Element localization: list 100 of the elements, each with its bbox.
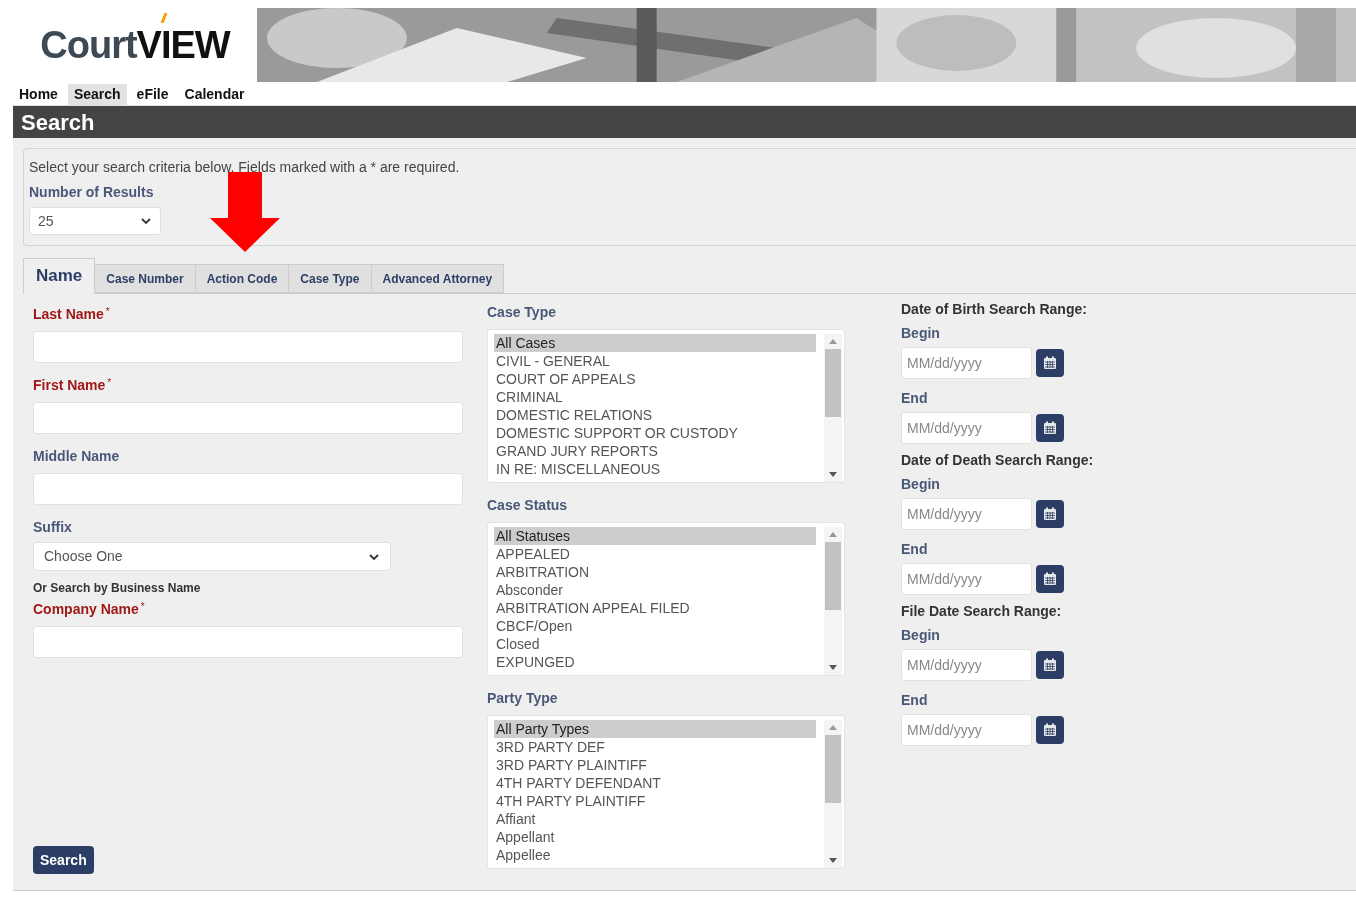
calendar-icon [1043,356,1057,370]
field-label: Case Type [487,303,557,322]
field-label: Begin [901,626,941,645]
logo-accent-icon [159,12,168,23]
date-field[interactable]: MM/dd/yyyy [901,714,1032,746]
listbox[interactable]: All Party Types 3RD PARTY DEF 3RD PARTY PLAINTIFF 4TH PARTY DEFENDANT 4TH PARTY PLAINTIFF Affiant Appellant Appellee [487,715,845,869]
scrollbar[interactable] [824,334,842,482]
list-option[interactable]: Appellant [494,828,816,846]
scroll-up-icon[interactable] [829,339,837,344]
list-option[interactable]: 3RD PARTY PLAINTIFF [494,756,816,774]
chevron-down-icon [140,217,152,225]
field-label: Middle Name [33,447,120,466]
list-option[interactable]: 4TH PARTY DEFENDANT [494,774,816,792]
list-option[interactable]: CBCF/Open [494,617,816,635]
field-label: First Name [33,376,106,395]
list-option[interactable]: CIVIL - GENERAL [494,352,816,370]
listbox[interactable]: All Statuses APPEALED ARBITRATION Absconder ARBITRATION APPEAL FILED CBCF/Open Closed EXPUNGED [487,522,845,676]
calendar-button[interactable] [1036,349,1064,377]
field-label: Begin [901,324,941,343]
required-mark: * [140,600,145,614]
calendar-icon [1043,572,1057,586]
nav-link[interactable]: Search [67,83,127,106]
list-option[interactable]: 4TH PARTY PLAINTIFF [494,792,816,810]
calendar-icon [1043,421,1057,435]
tab[interactable]: Case Type [289,264,372,293]
list-option[interactable]: EXPUNGED [494,653,816,671]
list-option[interactable]: COURT OF APPEALS [494,370,816,388]
logo: CourtVIEW [40,16,230,74]
list-option[interactable]: Closed [494,635,816,653]
list-option[interactable]: Affiant [494,810,816,828]
list-option[interactable]: ARBITRATION [494,563,816,581]
field-label: Company Name [33,600,139,619]
calendar-button[interactable] [1036,716,1064,744]
results-select[interactable]: 25 [29,207,161,235]
field-label: Case Status [487,496,569,515]
text-field[interactable] [33,473,463,505]
calendar-button[interactable] [1036,500,1064,528]
required-mark: * [105,305,110,319]
page-title: Search [21,108,95,137]
list-option[interactable]: GRAND JURY REPORTS [494,442,816,460]
text-field[interactable] [33,402,463,434]
suffix-select[interactable]: Choose One [33,542,391,571]
date-field[interactable]: MM/dd/yyyy [901,412,1032,444]
range-title: Date of Death Search Range: [901,451,1094,470]
scroll-down-icon[interactable] [829,472,837,477]
field-label: Number of Results [29,183,155,202]
scrollbar[interactable] [824,720,842,868]
list-option[interactable]: All Party Types [494,720,816,738]
tab[interactable]: Action Code [195,264,290,293]
nav-link[interactable]: Calendar [178,83,251,106]
tab[interactable]: Case Number [95,264,196,293]
field-label: Suffix [33,518,72,537]
scrollbar[interactable] [824,527,842,675]
list-option[interactable]: APPEALED [494,545,816,563]
list-option[interactable]: 3RD PARTY DEF [494,738,816,756]
section-note: Or Search by Business Name [33,580,202,597]
calendar-button[interactable] [1036,565,1064,593]
required-mark: * [107,376,112,390]
list-option[interactable]: IN RE: MISCELLANEOUS [494,460,816,478]
field-label: Begin [901,475,941,494]
search-button[interactable]: Search [33,846,94,874]
tab[interactable]: Name [23,258,96,294]
calendar-icon [1043,658,1057,672]
calendar-icon [1043,507,1057,521]
scroll-down-icon[interactable] [829,858,837,863]
list-option[interactable]: ARBITRATION APPEAL FILED [494,599,816,617]
list-option[interactable]: CRIMINAL [494,388,816,406]
scroll-down-icon[interactable] [829,665,837,670]
list-option[interactable]: Absconder [494,581,816,599]
text-field[interactable] [33,626,463,658]
scroll-thumb[interactable] [825,542,841,610]
date-field[interactable]: MM/dd/yyyy [901,563,1032,595]
field-label: End [901,691,929,710]
date-field[interactable]: MM/dd/yyyy [901,649,1032,681]
list-option[interactable]: DOMESTIC SUPPORT OR CUSTODY [494,424,816,442]
instructions-text: Select your search criteria below. Fields marked with a * are required. [29,158,461,177]
nav-link[interactable]: Home [13,83,64,106]
list-option[interactable]: All Cases [494,334,816,352]
scroll-up-icon[interactable] [829,532,837,537]
text-field[interactable] [33,331,463,363]
list-option[interactable]: All Statuses [494,527,816,545]
range-title: File Date Search Range: [901,602,1063,621]
scroll-thumb[interactable] [825,735,841,803]
nav-link[interactable]: eFile [130,83,175,106]
calendar-icon [1043,723,1057,737]
calendar-button[interactable] [1036,414,1064,442]
date-field[interactable]: MM/dd/yyyy [901,347,1032,379]
scroll-up-icon[interactable] [829,725,837,730]
date-field[interactable]: MM/dd/yyyy [901,498,1032,530]
calendar-button[interactable] [1036,651,1064,679]
list-option[interactable]: DOMESTIC RELATIONS [494,406,816,424]
range-title: Date of Birth Search Range: [901,300,1088,319]
field-label: End [901,389,929,408]
field-label: End [901,540,929,559]
chevron-down-icon [368,552,380,561]
listbox[interactable]: All Cases CIVIL - GENERAL COURT OF APPEALS CRIMINAL DOMESTIC RELATIONS DOMESTIC SUPPORT OR CUSTODY GRAND JURY REPORTS IN RE: MISCELLANEOUS [487,329,845,483]
scroll-thumb[interactable] [825,349,841,417]
list-option[interactable]: Appellee [494,846,816,864]
tab[interactable]: Advanced Attorney [371,264,505,293]
field-label: Last Name [33,305,104,324]
